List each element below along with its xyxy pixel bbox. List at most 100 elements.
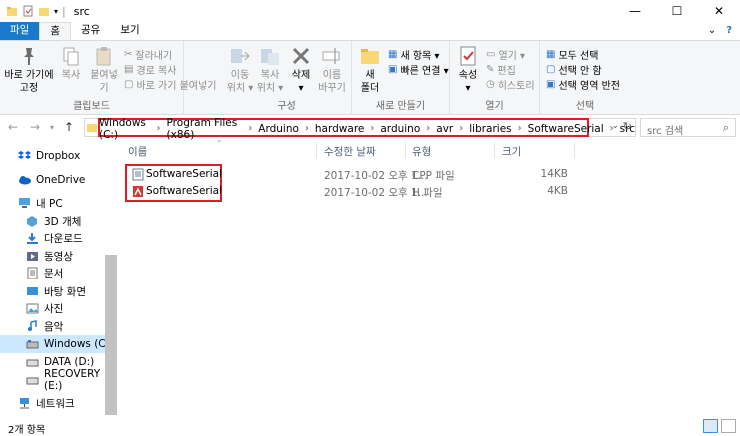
rename-label: 이름 바꾸기 <box>318 70 346 94</box>
column-separator[interactable] <box>405 142 406 158</box>
sidebar-item-3d-objects[interactable]: 3D 개체 <box>0 212 117 230</box>
select-group: ▦ 모두 선택 ▢ 선택 안 함 ▣ 선택 영역 반전 선택 <box>540 41 630 115</box>
pin-quick-access-button[interactable]: 바로 가기에 고정 <box>4 45 54 95</box>
table-row[interactable]: SoftwareSerial 2017-10-02 오후 1... H 파일 4… <box>128 183 728 200</box>
drive-icon <box>26 340 39 349</box>
sidebar-item-network[interactable]: 네트워크 <box>0 394 117 412</box>
crumb-arduino-2[interactable]: arduino <box>380 123 420 135</box>
column-separator[interactable] <box>316 142 317 158</box>
crumb-softwareserial[interactable]: SoftwareSerial <box>528 123 604 135</box>
sidebar-item-downloads[interactable]: 다운로드 <box>0 229 117 247</box>
sidebar-item-label: Windows (C:) <box>44 338 114 350</box>
paste-shortcut-button[interactable]: ▢ 바로 가기 붙여넣기 <box>124 77 216 92</box>
crumb-libraries[interactable]: libraries <box>469 123 511 135</box>
crumb-hardware[interactable]: hardware <box>315 123 364 135</box>
address-dropdown-icon[interactable]: ⌄ <box>611 121 619 131</box>
pin-icon <box>24 48 34 65</box>
cut-label: 잘라내기 <box>135 51 173 62</box>
help-icon[interactable]: ? <box>726 25 732 36</box>
sidebar-scrollbar-thumb[interactable] <box>105 255 117 415</box>
sidebar-item-label: 문서 <box>44 267 64 280</box>
table-row[interactable]: SoftwareSerial 2017-10-02 오후 1... CPP 파일… <box>128 166 728 183</box>
edit-icon: ✎ <box>486 64 495 75</box>
new-folder-icon[interactable] <box>38 5 50 17</box>
paste-button[interactable]: 붙여넣기 <box>86 45 122 95</box>
customize-chevron-icon[interactable]: ▾ <box>54 7 58 16</box>
properties-button[interactable]: 속성 ▾ <box>454 45 482 95</box>
delete-button[interactable]: 삭제 ▾ <box>288 45 314 95</box>
sidebar-item-label: Dropbox <box>36 150 81 162</box>
navigation-bar: ← → ▾ ↑ Windows (C:) › Program Files (x86… <box>0 115 740 141</box>
select-all-button[interactable]: ▦ 모두 선택 <box>546 47 598 62</box>
file-list: 이름 ⌃ 수정한 날짜 유형 크기 SoftwareSerial 2017-10… <box>118 139 740 418</box>
crumb-avr[interactable]: avr <box>436 123 453 135</box>
organize-group: 이동 위치 ▾ 복사 위치 ▾ 삭제 ▾ 이름 바꾸기 구성 <box>222 41 352 115</box>
cut-button[interactable]: ✂ 잘라내기 <box>124 47 172 62</box>
column-separator[interactable] <box>574 142 575 158</box>
back-arrow-icon[interactable]: ← <box>8 120 18 134</box>
refresh-icon[interactable]: ↻ <box>623 120 632 133</box>
open-group-label: 열기 <box>485 101 504 112</box>
crumb-arduino[interactable]: Arduino <box>258 123 299 135</box>
up-arrow-icon[interactable]: ↑ <box>64 120 74 134</box>
large-icons-view-icon[interactable] <box>721 419 736 433</box>
maximize-button[interactable]: ☐ <box>656 0 698 22</box>
sidebar-item-desktop[interactable]: 바탕 화면 <box>0 282 117 300</box>
forward-arrow-icon[interactable]: → <box>30 120 40 134</box>
breadcrumb: Windows (C:) › Program Files (x86) › Ardui… <box>99 117 635 141</box>
sidebar-item-this-pc[interactable]: 내 PC <box>0 194 117 212</box>
copy-to-icon <box>261 49 279 65</box>
rename-icon <box>322 48 340 64</box>
details-view-icon[interactable] <box>703 419 718 433</box>
expand-ribbon-icon[interactable]: ⌄ <box>708 25 716 36</box>
select-none-button[interactable]: ▢ 선택 안 함 <box>546 62 602 77</box>
invert-selection-button[interactable]: ▣ 선택 영역 반전 <box>546 77 620 92</box>
sidebar-item-videos[interactable]: 동영상 <box>0 247 117 265</box>
close-button[interactable]: ✕ <box>698 0 740 22</box>
new-folder-button[interactable]: 새 폴더 <box>356 45 384 95</box>
sidebar-item-music[interactable]: 음악 <box>0 317 117 335</box>
copy-path-button[interactable]: ▤ 경로 복사 <box>124 62 176 77</box>
minimize-button[interactable]: — <box>614 0 656 22</box>
sidebar-item-onedrive[interactable]: OneDrive <box>0 171 117 189</box>
crumb-program-files[interactable]: Program Files (x86) <box>167 117 243 141</box>
recent-chevron-icon[interactable]: ▾ <box>50 123 54 132</box>
properties-icon[interactable] <box>22 5 34 17</box>
move-to-button[interactable]: 이동 위치 ▾ <box>226 45 254 95</box>
tab-view[interactable]: 보기 <box>110 22 149 40</box>
sidebar-item-documents[interactable]: 문서 <box>0 264 117 282</box>
sidebar-item-label: 3D 개체 <box>44 215 82 228</box>
column-header-size[interactable]: 크기 <box>502 144 521 159</box>
copy-to-label: 복사 위치 ▾ <box>256 70 284 94</box>
file-type: CPP 파일 <box>412 170 455 182</box>
column-separator[interactable] <box>494 142 495 158</box>
onedrive-cloud-icon <box>19 176 31 185</box>
open-button[interactable]: ▭ 열기 ▾ <box>486 47 525 62</box>
easy-access-button[interactable]: ▣ 빠른 연결 ▾ <box>388 62 449 77</box>
rename-button[interactable]: 이름 바꾸기 <box>318 45 346 95</box>
sidebar-item-recovery-e[interactable]: RECOVERY (E:) <box>0 368 117 392</box>
open-group: 속성 ▾ ▭ 열기 ▾ ✎ 편집 ◷ 히스토리 열기 <box>450 41 540 115</box>
tab-share[interactable]: 공유 <box>71 22 110 40</box>
edit-button[interactable]: ✎ 편집 <box>486 62 516 77</box>
new-item-icon: ▦ <box>388 49 398 60</box>
pictures-icon <box>26 303 39 314</box>
sidebar-item-dropbox[interactable]: Dropbox <box>0 147 117 165</box>
column-header-type[interactable]: 유형 <box>412 144 431 159</box>
crumb-windows-c[interactable]: Windows (C:) <box>99 117 151 141</box>
copy-button[interactable]: 복사 <box>58 45 84 82</box>
scissors-icon: ✂ <box>124 49 133 60</box>
address-bar[interactable]: Windows (C:) › Program Files (x86) › Ardui… <box>84 117 636 141</box>
history-button[interactable]: ◷ 히스토리 <box>486 77 535 92</box>
new-item-button[interactable]: ▦ 새 항목 ▾ <box>388 47 439 62</box>
sidebar-item-label: 다운로드 <box>44 232 83 245</box>
sidebar-item-pictures[interactable]: 사진 <box>0 299 117 317</box>
column-header-date[interactable]: 수정한 날짜 <box>324 144 376 159</box>
copy-to-button[interactable]: 복사 위치 ▾ <box>256 45 284 95</box>
sidebar-item-windows-c[interactable]: Windows (C:) <box>0 335 117 353</box>
search-input[interactable]: src 검색 ⌕ <box>640 118 736 137</box>
tab-file[interactable]: 파일 <box>0 22 40 40</box>
column-header-name[interactable]: 이름 <box>128 144 147 159</box>
tab-home[interactable]: 홈 <box>39 22 71 40</box>
folder-icon[interactable] <box>6 5 18 17</box>
